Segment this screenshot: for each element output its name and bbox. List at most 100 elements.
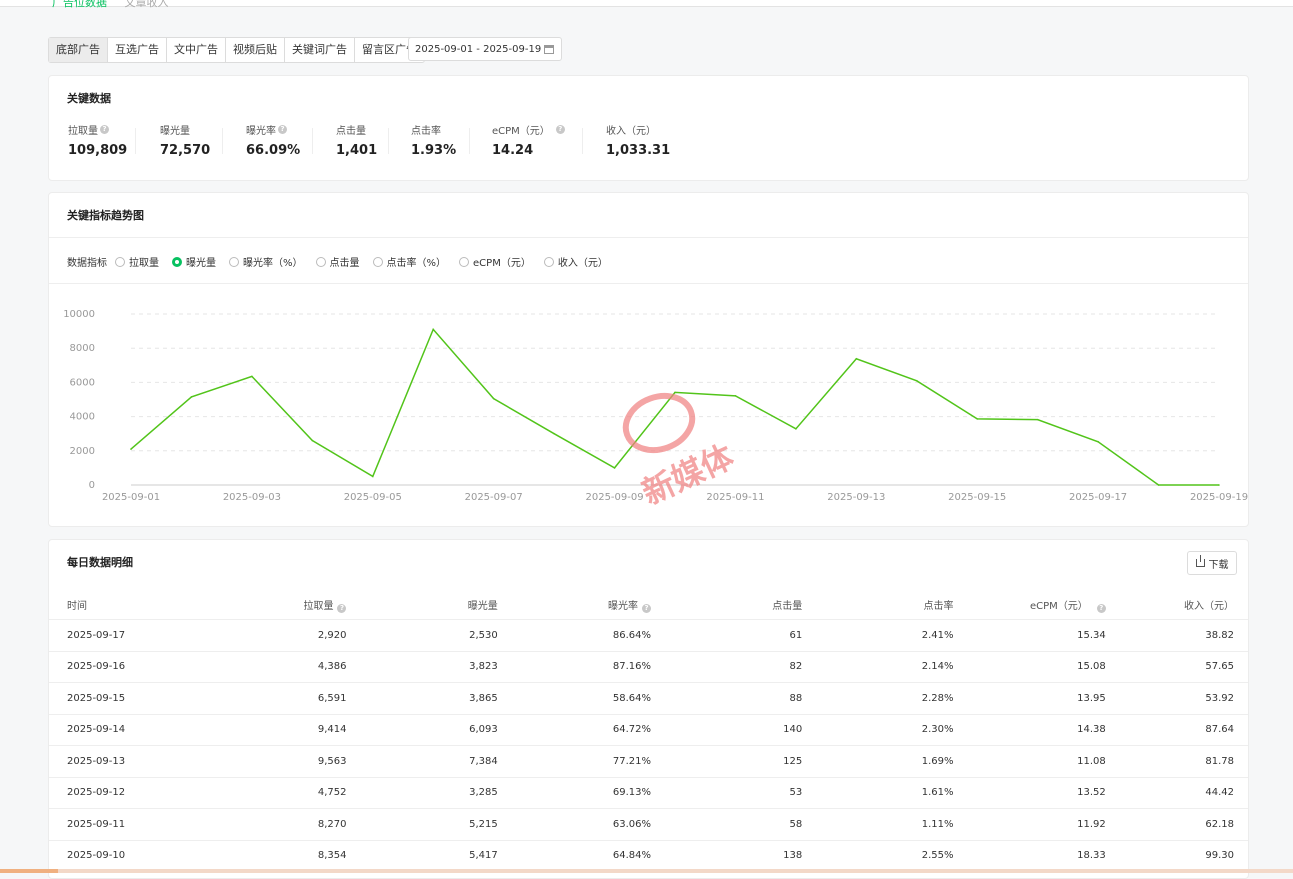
metric-income: 收入（元） 1,033.31 [606,122,670,158]
table-cell: 64.84% [497,840,651,872]
table-cell: 2025-09-16 [49,651,221,683]
table-cell: 88 [650,682,803,715]
data-point [1157,484,1160,486]
metric-divider [312,128,313,154]
table-cell: 4,386 [220,651,347,683]
help-icon[interactable]: ? [100,125,109,134]
column-header-exposure-rate: 曝光率? [497,590,651,620]
radio-label: 曝光率（%） [243,258,303,269]
trend-title: 关键指标趋势图 [67,209,144,222]
help-icon[interactable]: ? [1096,603,1106,613]
metric-value: 1,033.31 [606,143,671,158]
help-icon[interactable]: ? [337,603,347,613]
metric-exposure-rate: 曝光率? 66.09% [246,122,300,158]
table-cell: 77.21% [497,745,651,778]
help-icon[interactable]: ? [641,603,651,613]
radio-exposure-count[interactable]: 曝光量 [172,254,216,269]
column-header-label: 点击率 [923,601,954,612]
daily-detail-card: 每日数据明细 下载 时间 拉取量? 曝光量 曝光率? 点击量 点击率 eCPM（… [48,539,1249,879]
radio-ecpm[interactable]: eCPM（元） [459,254,531,269]
radio-exposure-rate[interactable]: 曝光率（%） [229,254,303,269]
y-tick-label: 2000 [70,446,95,457]
table-cell: 64.72% [497,714,651,746]
scroll-thumb[interactable] [0,869,58,873]
tab-bottom-ad[interactable]: 底部广告 [49,38,108,62]
help-icon[interactable]: ? [555,125,565,134]
data-point [190,396,193,398]
table-cell: 125 [650,745,803,778]
table-cell: 11.92 [953,808,1106,841]
data-point [311,439,314,442]
table-cell: 2,920 [220,619,347,652]
table-cell: 2025-09-13 [49,745,221,778]
tab-mutual-select-ad[interactable]: 互选广告 [108,38,167,62]
column-header-label: 拉取量 [303,600,334,612]
data-point [915,380,918,382]
radio-dot [543,256,554,267]
table-cell: 3,865 [346,682,498,715]
daily-data-table: 时间 拉取量? 曝光量 曝光率? 点击量 点击率 eCPM（元）? 收入（元） … [49,590,1248,872]
column-header-date: 时间 [49,590,221,620]
table-cell: 14.38 [953,714,1106,746]
tab-video-post-ad[interactable]: 视频后贴 [226,38,285,62]
y-tick-label: 0 [89,480,95,491]
bottom-scroll-bar[interactable] [0,869,1293,873]
table-cell: 57.65 [1105,651,1248,683]
data-point [855,357,858,360]
table-row: 2025-09-17 2,920 2,530 86.64% 61 2.41% 15.34 38… [49,619,1248,652]
table-cell: 53.92 [1105,682,1248,715]
table-cell: 6,591 [220,682,347,715]
column-header-label: eCPM（元） [1029,600,1088,612]
radio-pull-count[interactable]: 拉取量 [115,254,159,269]
table-row: 2025-09-16 4,386 3,823 87.16% 82 2.14% 15.08 57… [49,651,1248,683]
column-header-label: 曝光量 [467,601,498,612]
breadcrumb-item-article-income[interactable]: 文章收入 [125,0,169,9]
table-row: 2025-09-10 8,354 5,417 64.84% 138 2.55% 18.33 9… [49,840,1248,872]
data-point [734,395,737,397]
table-cell: 61 [650,619,803,652]
data-point [492,397,495,400]
breadcrumb: 广告位数据 文章收入 [52,0,169,10]
table-row: 2025-09-13 9,563 7,384 77.21% 125 1.69% 11.08 8… [49,745,1248,778]
download-button[interactable]: 下载 [1187,551,1237,575]
table-cell: 2025-09-17 [49,619,221,652]
column-header-click-rate: 点击率 [802,590,954,620]
metric-divider [582,128,583,154]
table-cell: 5,215 [346,808,498,841]
radio-income[interactable]: 收入（元） [543,254,608,269]
radio-label: 曝光量 [186,258,216,269]
radio-click-rate[interactable]: 点击率（%） [372,254,446,269]
tab-in-article-ad[interactable]: 文中广告 [167,38,226,62]
table-cell: 1.11% [802,808,954,841]
metric-divider [469,128,470,154]
table-cell: 8,270 [220,808,347,841]
data-point [130,448,132,450]
table-cell: 138 [650,840,803,872]
x-tick-label: 2025-09-03 [223,492,281,503]
table-cell: 11.08 [953,745,1106,778]
divider [49,237,1248,238]
table-cell: 15.08 [953,651,1106,683]
tab-keyword-ad[interactable]: 关键词广告 [285,38,355,62]
table-cell: 81.78 [1105,745,1248,778]
calendar-icon [544,45,554,54]
metric-label: 点击量 [336,126,366,137]
metric-label: 拉取量 [68,126,98,137]
data-point [251,375,253,378]
date-range-picker[interactable]: 2025-09-01 - 2025-09-19 [408,37,562,61]
help-icon[interactable]: ? [278,125,287,134]
metric-value: 1,401 [336,143,378,158]
table-cell: 1.61% [802,777,954,809]
y-tick-label: 8000 [70,343,95,354]
metric-value: 1.93% [411,143,457,158]
x-tick-label: 2025-09-01 [102,492,160,503]
data-point [1218,484,1220,486]
date-range-value: 2025-09-01 - 2025-09-19 [415,44,542,55]
table-cell: 2025-09-11 [49,808,221,841]
table-row: 2025-09-14 9,414 6,093 64.72% 140 2.30% 14.38 8… [49,714,1248,746]
radio-dot [459,256,470,267]
breadcrumb-item-ad-data[interactable]: 广告位数据 [52,0,107,9]
x-tick-label: 2025-09-11 [706,492,764,503]
radio-click-count[interactable]: 点击量 [315,254,360,269]
metric-label: 点击率 [411,126,441,137]
